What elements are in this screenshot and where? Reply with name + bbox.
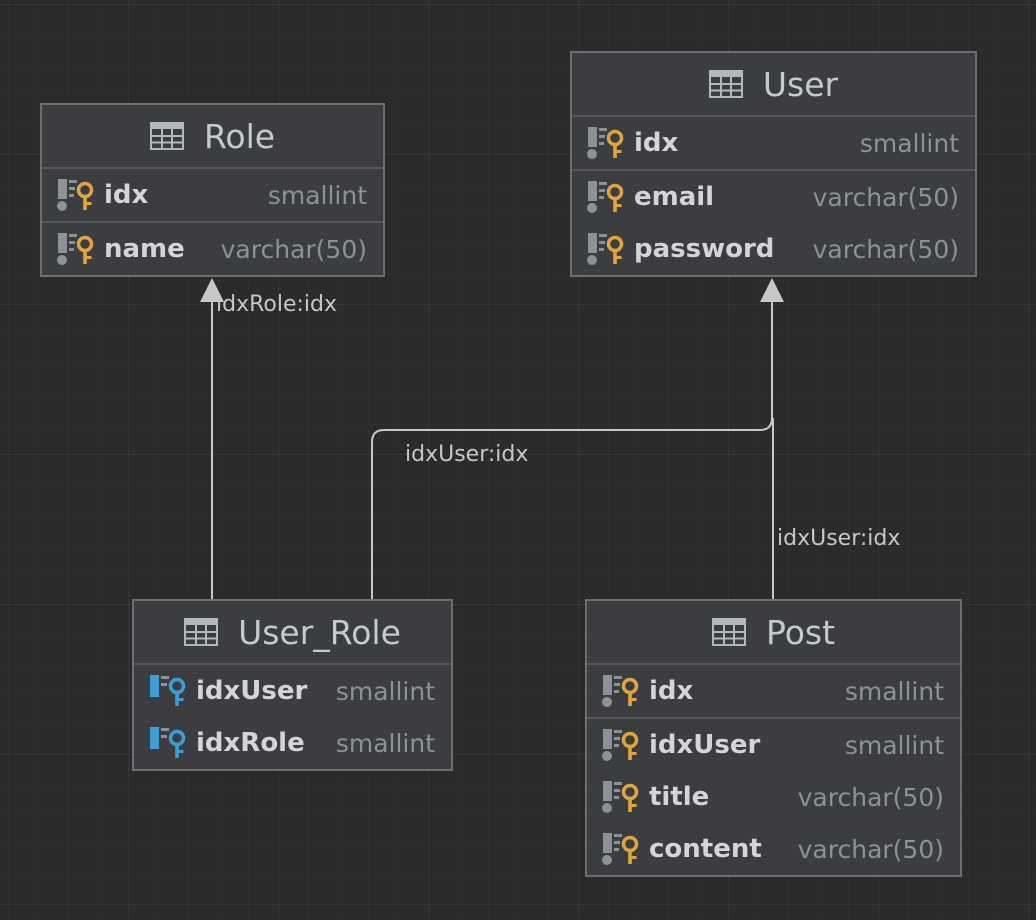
key-column-icon xyxy=(601,779,639,815)
table-icon xyxy=(711,618,746,646)
table-icon xyxy=(149,122,184,150)
column-row[interactable]: name varchar(50) xyxy=(42,223,383,275)
entity-title: Role xyxy=(203,116,276,156)
key-column-icon xyxy=(601,727,639,763)
column-row[interactable]: password varchar(50) xyxy=(572,223,975,275)
column-row[interactable]: idxRole smallint xyxy=(134,717,451,769)
arrowhead-user xyxy=(760,278,784,302)
column-name: idx xyxy=(104,180,149,210)
column-name: idxRole xyxy=(196,728,305,758)
column-name: password xyxy=(634,234,775,264)
key-column-icon xyxy=(56,231,94,267)
column-row[interactable]: idxUser smallint xyxy=(587,719,960,771)
entity-title: Post xyxy=(765,612,836,652)
column-type: varchar(50) xyxy=(220,234,367,264)
table-icon xyxy=(708,70,743,98)
relation-label-post-user: idxUser:idx xyxy=(777,526,901,551)
column-name: idx xyxy=(634,128,679,158)
column-type: smallint xyxy=(844,676,944,706)
entity-header: Role xyxy=(42,105,383,169)
key-column-icon xyxy=(586,179,624,215)
primary-key-column-icon xyxy=(56,177,94,213)
column-type: smallint xyxy=(844,730,944,760)
column-row[interactable]: email varchar(50) xyxy=(572,171,975,223)
column-name: content xyxy=(649,834,762,864)
column-row[interactable]: idxUser smallint xyxy=(134,665,451,717)
column-type: smallint xyxy=(859,128,959,158)
column-row[interactable]: title varchar(50) xyxy=(587,771,960,823)
column-type: varchar(50) xyxy=(797,834,944,864)
entity-title: User_Role xyxy=(238,612,401,652)
entity-user[interactable]: User idx smallint email varchar(50) pass… xyxy=(570,51,977,277)
column-row[interactable]: content varchar(50) xyxy=(587,823,960,875)
column-type: smallint xyxy=(335,676,435,706)
entity-post[interactable]: Post idx smallint idxUser smallint title… xyxy=(585,599,962,877)
column-row[interactable]: idx smallint xyxy=(587,665,960,719)
table-icon xyxy=(184,618,219,646)
entity-header: User xyxy=(572,53,975,117)
primary-key-column-icon xyxy=(601,673,639,709)
entity-header: User_Role xyxy=(134,601,451,665)
relation-label-user-role-role: idxRole:idx xyxy=(216,292,338,317)
foreign-key-column-icon xyxy=(148,725,186,760)
column-row[interactable]: idx smallint xyxy=(42,169,383,223)
column-name: title xyxy=(649,782,710,812)
key-column-icon xyxy=(601,831,639,867)
relation-label-user-role-user: idxUser:idx xyxy=(405,442,529,467)
column-name: idxUser xyxy=(196,676,308,706)
column-type: smallint xyxy=(335,728,435,758)
column-type: varchar(50) xyxy=(797,782,944,812)
column-name: name xyxy=(104,234,185,264)
column-name: email xyxy=(634,182,715,212)
column-type: smallint xyxy=(267,180,367,210)
column-type: varchar(50) xyxy=(812,234,959,264)
entity-user-role[interactable]: User_Role idxUser smallint idxRole small… xyxy=(132,599,453,771)
foreign-key-column-icon xyxy=(148,673,186,708)
column-name: idxUser xyxy=(649,730,761,760)
key-column-icon xyxy=(586,231,624,267)
entity-header: Post xyxy=(587,601,960,665)
column-row[interactable]: idx smallint xyxy=(572,117,975,171)
column-type: varchar(50) xyxy=(812,182,959,212)
primary-key-column-icon xyxy=(586,125,624,161)
entity-title: User xyxy=(762,64,839,104)
column-name: idx xyxy=(649,676,694,706)
entity-role[interactable]: Role idx smallint name varchar(50) xyxy=(40,103,385,277)
